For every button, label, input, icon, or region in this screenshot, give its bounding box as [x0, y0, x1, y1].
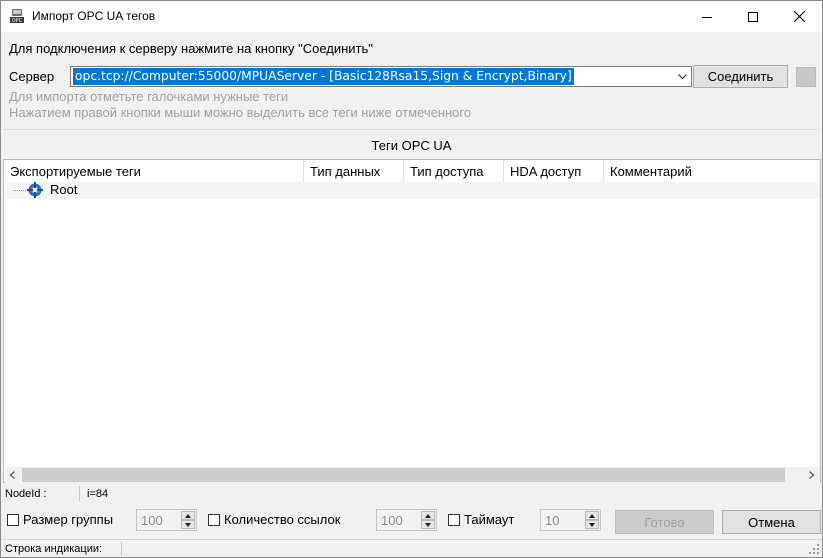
scroll-right-icon[interactable]	[807, 471, 815, 479]
timeout-label: Таймаут	[464, 512, 515, 527]
close-icon	[793, 11, 805, 22]
minimize-button[interactable]	[684, 1, 730, 32]
spin-down-icon[interactable]	[585, 520, 599, 529]
tree-root-label: Root	[50, 182, 78, 197]
server-label: Сервер	[9, 69, 55, 84]
status-label: Строка индикации:	[5, 543, 103, 555]
column-header-access-type[interactable]: Тип доступа	[404, 160, 504, 182]
column-header-hda-access[interactable]: HDA доступ	[504, 160, 604, 182]
close-button[interactable]	[776, 1, 822, 32]
nodeid-separator	[79, 486, 80, 501]
server-value: opc.tcp://Computer:55000/MPUAServer - [B…	[73, 68, 574, 85]
group-size-checkbox[interactable]	[7, 514, 19, 526]
nodeid-label: NodeId :	[5, 488, 47, 500]
connection-status-indicator	[796, 67, 816, 87]
timeout-spin-buttons[interactable]	[585, 511, 599, 529]
maximize-icon	[748, 11, 758, 22]
chevron-down-icon[interactable]	[674, 67, 691, 86]
ref-count-value: 100	[381, 513, 403, 528]
group-size-label: Размер группы	[23, 512, 114, 527]
scrollbar-thumb[interactable]	[22, 468, 785, 482]
scroll-left-icon[interactable]	[9, 471, 17, 479]
tags-section-title: Теги OPC UA	[371, 138, 452, 153]
title-bar: OPC Импорт OPC UA тегов	[1, 1, 822, 32]
hint-check-tags: Для импорта отметьте галочками нужные те…	[9, 89, 289, 104]
timeout-spinner[interactable]: 10	[540, 509, 601, 531]
root-node-icon	[27, 182, 43, 198]
resize-grip-icon[interactable]	[809, 544, 820, 555]
column-header-data-type[interactable]: Тип данных	[304, 160, 404, 182]
spin-down-icon[interactable]	[421, 520, 435, 529]
server-combobox[interactable]: opc.tcp://Computer:55000/MPUAServer - [B…	[70, 66, 692, 87]
group-size-spinner[interactable]: 100	[136, 509, 197, 531]
horizontal-scrollbar[interactable]	[5, 467, 820, 483]
tree-row-root[interactable]: Root	[5, 182, 820, 199]
connect-instruction: Для подключения к серверу нажмите на кно…	[9, 41, 373, 56]
column-header-exported-tags[interactable]: Экспортируемые теги	[4, 160, 304, 182]
svg-text:OPC: OPC	[12, 18, 23, 24]
divider	[3, 129, 819, 130]
timeout-value: 10	[545, 513, 560, 528]
nodeid-value: i=84	[87, 488, 109, 500]
cancel-button[interactable]: Отмена	[722, 510, 821, 534]
timeout-checkbox[interactable]	[448, 514, 460, 526]
hint-right-click: Нажатием правой кнопки мыши можно выдели…	[9, 105, 472, 120]
opc-app-icon: OPC	[10, 9, 24, 24]
import-dialog: OPC Импорт OPC UA тегов Для подключения …	[0, 0, 823, 558]
spin-down-icon[interactable]	[181, 520, 195, 529]
ref-count-checkbox[interactable]	[208, 514, 220, 526]
tags-tree-panel: Экспортируемые теги Тип данных Тип досту…	[3, 159, 821, 483]
tree-connector-line	[13, 190, 27, 191]
group-size-spin-buttons[interactable]	[181, 511, 195, 529]
status-separator	[121, 542, 122, 556]
status-bar: Строка индикации:	[1, 539, 822, 557]
ref-count-label: Количество ссылок	[224, 512, 341, 527]
ref-count-spinner[interactable]: 100	[376, 509, 437, 531]
group-size-value: 100	[141, 513, 163, 528]
ref-count-spin-buttons[interactable]	[421, 511, 435, 529]
spin-up-icon[interactable]	[421, 511, 435, 520]
maximize-button[interactable]	[730, 1, 776, 32]
window-title: Импорт OPC UA тегов	[32, 9, 156, 23]
column-header-comment[interactable]: Комментарий	[604, 160, 820, 182]
minimize-icon	[702, 16, 712, 18]
spin-up-icon[interactable]	[585, 511, 599, 520]
ready-button[interactable]: Готово	[615, 510, 714, 534]
connect-button[interactable]: Соединить	[693, 65, 788, 88]
spin-up-icon[interactable]	[181, 511, 195, 520]
